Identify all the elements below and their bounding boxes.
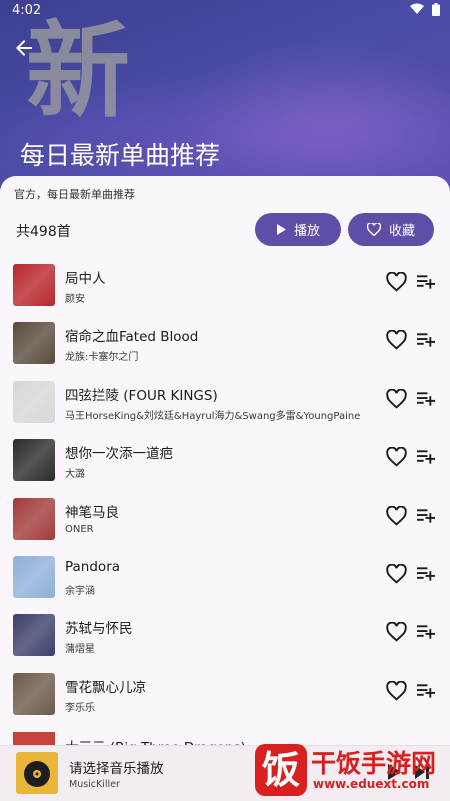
song-row[interactable]: 局中人 颜安: [0, 254, 450, 312]
status-icons: [410, 3, 440, 16]
player-title: 请选择音乐播放: [69, 761, 164, 777]
song-artist: 马王HorseKing&刘炫廷&Hayrul海力&Swang多雷&YoungPa…: [65, 410, 361, 422]
playlist-description: 官方，每日最新单曲推荐: [14, 188, 135, 201]
song-title: Pandora: [65, 558, 121, 575]
back-arrow-icon[interactable]: [12, 36, 36, 60]
player-app-name: MusicKiller: [69, 779, 120, 790]
play-icon: [276, 224, 286, 235]
favorite-label: 收藏: [388, 224, 415, 239]
song-row[interactable]: 苏轼与怀民 蒲熠星: [0, 604, 450, 662]
watermark-logo: 饭: [255, 744, 307, 796]
heart-outline-icon[interactable]: [386, 330, 407, 350]
header-banner: 新 每日最新单曲推荐: [0, 0, 450, 200]
song-artist: 蒲熠星: [65, 644, 95, 656]
song-cover: [13, 322, 55, 365]
watermark-url: www.eduext.com: [313, 777, 430, 791]
song-cover: [13, 264, 55, 306]
song-row[interactable]: 雪花飘心儿凉 李乐乐: [0, 663, 450, 721]
favorite-playlist-button[interactable]: 收藏: [348, 213, 434, 246]
heart-outline-icon[interactable]: [386, 505, 407, 526]
song-artist: 颜安: [65, 294, 85, 305]
add-to-queue-icon[interactable]: [417, 390, 436, 408]
song-title: 宿命之血Fated Blood: [65, 329, 199, 346]
heart-outline-icon[interactable]: [386, 622, 407, 642]
song-title: 苏轼与怀民: [65, 621, 133, 638]
song-cover: [13, 555, 55, 598]
status-time: 4:02: [12, 3, 42, 18]
play-all-button[interactable]: 播放: [255, 213, 341, 246]
status-bar: 4:02: [0, 0, 450, 22]
vinyl-record-icon: [24, 761, 50, 787]
add-to-queue-icon[interactable]: [417, 682, 436, 700]
song-title: 想你一次添一道疤: [65, 446, 173, 463]
song-artist: 龙族:卡塞尔之门: [65, 352, 139, 364]
song-title: 局中人: [65, 271, 106, 287]
heart-outline-icon[interactable]: [386, 272, 407, 292]
song-title: 四弦拦陵 (FOUR KINGS): [65, 387, 218, 404]
song-title: 神笔马良: [65, 504, 119, 521]
add-to-queue-icon[interactable]: [417, 273, 436, 291]
song-artist: ONER: [65, 523, 94, 535]
song-cover: [13, 497, 55, 540]
heart-outline-icon[interactable]: [386, 447, 407, 467]
add-to-queue-icon[interactable]: [417, 623, 436, 641]
player-cover: [16, 752, 58, 794]
add-to-queue-icon[interactable]: [417, 331, 436, 349]
song-cover: [13, 614, 55, 657]
song-row[interactable]: 想你一次添一道疤大潞: [0, 429, 450, 487]
song-row[interactable]: 神笔马良 ONER: [0, 488, 450, 546]
wifi-icon: [410, 3, 424, 14]
play-all-label: 播放: [293, 224, 320, 239]
song-row[interactable]: 宿命之血Fated Blood 龙族:卡塞尔之门: [0, 312, 450, 370]
song-artist: 余宇涵: [65, 585, 95, 597]
heart-outline-icon[interactable]: [386, 563, 407, 584]
song-cover: [13, 672, 55, 715]
heart-outline-icon: [366, 223, 381, 236]
watermark-name: 干饭手游网: [311, 749, 437, 778]
song-list: 局中人颜安宿命之血Fated Blood 龙族:卡塞尔之门四弦拦陵 (FOUR K…: [0, 254, 450, 721]
song-row[interactable]: 四弦拦陵 (FOUR KINGS) 马王HorseKing&刘炫廷&Hayrul海…: [0, 371, 450, 429]
song-title: 雪花飘心儿凉: [65, 679, 146, 696]
heart-outline-icon[interactable]: [386, 680, 407, 701]
heart-outline-icon[interactable]: [386, 388, 407, 409]
song-artist: 大潞: [65, 469, 85, 481]
song-cover: [13, 380, 55, 423]
watermark: 饭 干饭手游网 www.eduext.com: [255, 742, 450, 800]
song-row[interactable]: Pandora 余宇涵: [0, 546, 450, 604]
battery-icon: [432, 3, 440, 16]
song-cover: [13, 439, 55, 482]
song-artist: 李乐乐: [65, 702, 95, 714]
playlist-title: 每日最新单曲推荐: [20, 141, 221, 170]
add-to-queue-icon[interactable]: [417, 507, 436, 525]
add-to-queue-icon[interactable]: [417, 565, 436, 583]
add-to-queue-icon[interactable]: [417, 448, 436, 466]
song-list-sheet: 官方，每日最新单曲推荐 共498首 播放 收藏 局中人颜安宿命之血Fated B…: [0, 176, 450, 800]
song-count: 共498首: [16, 224, 71, 240]
